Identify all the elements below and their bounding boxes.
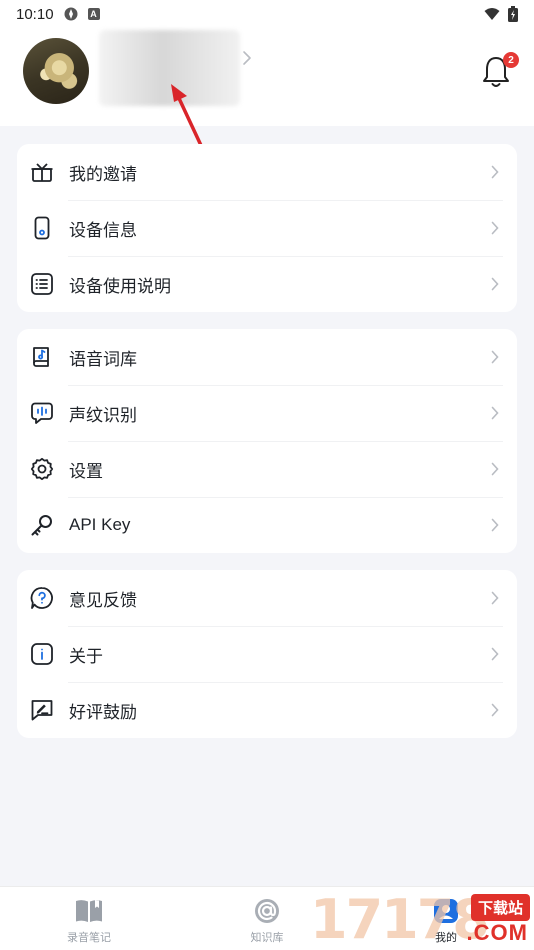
menu-item-label: 好评鼓励: [69, 702, 137, 722]
chevron-right-icon: [491, 703, 499, 717]
menu-item-rate-app[interactable]: 好评鼓励: [17, 682, 517, 738]
menu-item-label: 我的邀请: [69, 164, 137, 184]
status-time: 10:10: [16, 5, 54, 23]
chevron-right-icon: [491, 406, 499, 420]
watermark-tag: 下载站: [470, 894, 530, 921]
menu-group-2: 语音词库 声纹识别 设置 API Key: [17, 329, 517, 553]
book-icon: [75, 897, 103, 925]
avatar[interactable]: [23, 38, 89, 104]
rate-icon: [30, 698, 54, 722]
gift-icon: [30, 160, 54, 184]
menu-item-device-manual[interactable]: 设备使用说明: [17, 256, 517, 312]
menu-item-device-info[interactable]: 设备信息: [17, 200, 517, 256]
at-icon: [253, 897, 281, 925]
site-watermark: 17178 下载站 .COM: [306, 890, 534, 950]
menu-item-voiceprint[interactable]: 声纹识别: [17, 385, 517, 441]
tab-recording-notes[interactable]: 录音笔记: [29, 887, 149, 950]
chevron-right-icon: [491, 350, 499, 364]
menu-item-label: 意见反馈: [69, 590, 137, 610]
status-right: [484, 6, 518, 22]
menu-item-label: 设置: [69, 461, 103, 481]
chevron-right-icon: [491, 518, 499, 532]
chevron-right-icon: [491, 647, 499, 661]
tab-label: 录音笔记: [67, 932, 111, 944]
menu-group-1: 我的邀请 设备信息 设备使用说明: [17, 144, 517, 312]
list-icon: [30, 272, 54, 296]
profile-header: 2: [0, 28, 534, 126]
chevron-right-icon: [491, 165, 499, 179]
status-bar: 10:10 A: [0, 0, 534, 28]
menu-item-api-key[interactable]: API Key: [17, 497, 517, 553]
chevron-right-icon: [491, 221, 499, 235]
menu-item-label: 设备使用说明: [69, 276, 171, 296]
phone-icon: [30, 216, 54, 240]
chevron-right-icon: [491, 591, 499, 605]
tab-label: 知识库: [250, 932, 284, 944]
menu-group-3: 意见反馈 关于 好评鼓励: [17, 570, 517, 738]
menu-item-invitations[interactable]: 我的邀请: [17, 144, 517, 200]
menu-item-label: 语音词库: [69, 349, 137, 369]
menu-item-feedback[interactable]: 意见反馈: [17, 570, 517, 626]
question-icon: [30, 586, 54, 610]
menu-item-label: API Key: [69, 515, 131, 534]
profile-chevron-right-icon[interactable]: [242, 50, 252, 66]
watermark-domain: .COM: [466, 920, 528, 945]
gear-icon: [30, 457, 54, 481]
chevron-right-icon: [491, 277, 499, 291]
info-icon: [30, 642, 54, 666]
menu-item-voice-lexicon[interactable]: 语音词库: [17, 329, 517, 385]
menu-item-label: 设备信息: [69, 220, 137, 240]
voiceprint-icon: [30, 401, 54, 425]
wifi-icon: [484, 8, 500, 20]
menu-item-label: 声纹识别: [69, 405, 137, 425]
menu-item-settings[interactable]: 设置: [17, 441, 517, 497]
a-badge-icon: A: [87, 8, 100, 20]
music-book-icon: [30, 345, 54, 369]
chevron-right-icon: [491, 462, 499, 476]
sync-icon: [64, 7, 78, 21]
battery-icon: [508, 6, 518, 22]
menu-item-about[interactable]: 关于: [17, 626, 517, 682]
notification-badge: 2: [503, 52, 519, 68]
watermark-digits: 17178: [310, 888, 490, 950]
menu-item-label: 关于: [69, 646, 103, 666]
key-icon: [30, 513, 54, 537]
